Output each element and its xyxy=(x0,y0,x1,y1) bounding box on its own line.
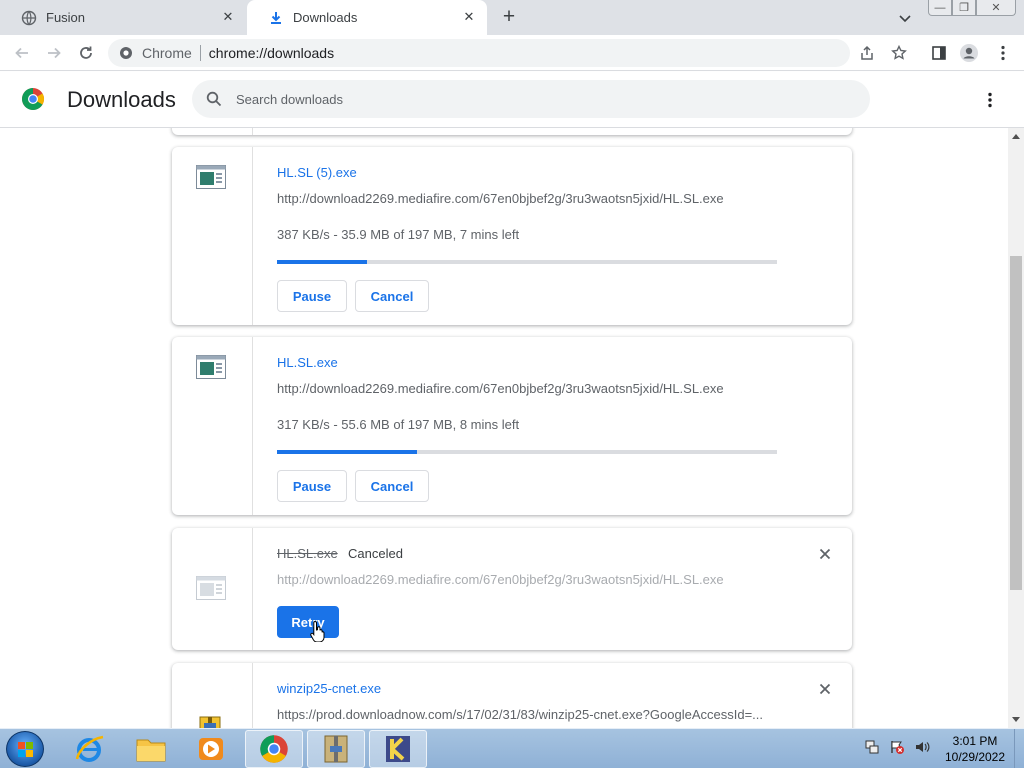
progress-fill xyxy=(277,260,367,264)
close-icon[interactable]: ✕ xyxy=(220,9,236,25)
bookmark-star-icon[interactable] xyxy=(888,42,910,64)
url-text: chrome://downloads xyxy=(208,45,335,61)
file-name-link[interactable]: HL.SL (5).exe xyxy=(277,165,357,180)
cancel-button[interactable]: Cancel xyxy=(355,280,429,312)
address-bar[interactable]: Chrome chrome://downloads xyxy=(108,39,850,67)
scroll-up-arrow-icon[interactable] xyxy=(1012,134,1020,139)
chrome-taskbar-icon[interactable] xyxy=(245,730,303,768)
reload-button[interactable] xyxy=(74,41,98,65)
remove-from-list-icon[interactable] xyxy=(818,547,832,561)
maximize-button[interactable]: ❐ xyxy=(952,0,976,16)
search-icon xyxy=(205,90,223,108)
icon-column xyxy=(172,147,253,325)
minimize-button[interactable]: — xyxy=(928,0,952,16)
cancel-button[interactable]: Cancel xyxy=(355,470,429,502)
share-icon[interactable] xyxy=(856,42,878,64)
browser-toolbar: Chrome chrome://downloads xyxy=(0,35,1024,71)
downloads-list: HL.SL (5).exe http://download2269.mediaf… xyxy=(0,128,1008,728)
progress-bar xyxy=(277,450,777,454)
action-center-flag-icon[interactable] xyxy=(889,739,905,755)
download-card-canceled: HL.SL.exe Canceled http://download2269.m… xyxy=(172,528,852,650)
hand-cursor-icon xyxy=(310,620,326,643)
clock-time: 3:01 PM xyxy=(952,734,998,748)
tab-fusion[interactable]: Fusion ✕ xyxy=(0,0,246,35)
close-icon[interactable]: ✕ xyxy=(461,9,477,25)
status-canceled-label: Canceled xyxy=(348,546,403,561)
k-app-icon[interactable] xyxy=(369,730,427,768)
start-button[interactable] xyxy=(6,731,44,767)
browser-menu-icon[interactable] xyxy=(992,42,1014,64)
tab-title: Fusion xyxy=(46,10,86,25)
file-url[interactable]: http://download2269.mediafire.com/67en0b… xyxy=(277,191,724,206)
exe-file-icon xyxy=(196,576,226,600)
icon-column xyxy=(172,128,253,135)
globe-icon xyxy=(21,10,37,26)
winzip-file-icon xyxy=(196,715,226,728)
download-card: HL.SL.exe http://download2269.mediafire.… xyxy=(172,337,852,515)
site-label: Chrome xyxy=(142,45,192,61)
icon-column xyxy=(172,663,253,728)
volume-icon[interactable] xyxy=(914,739,930,755)
back-button[interactable] xyxy=(10,41,34,65)
window-controls: — ❐ ✕ xyxy=(928,0,1016,16)
scrollbar-thumb[interactable] xyxy=(1010,256,1022,590)
omnibox-separator xyxy=(199,45,201,61)
more-actions-icon[interactable] xyxy=(980,88,1000,112)
file-name-link[interactable]: winzip25-cnet.exe xyxy=(277,681,381,696)
search-input[interactable] xyxy=(236,91,836,107)
vertical-scrollbar[interactable] xyxy=(1008,128,1024,728)
chrome-site-icon xyxy=(118,45,134,61)
file-name: HL.SL.exe xyxy=(277,546,338,561)
download-icon xyxy=(268,10,284,26)
windows-taskbar: 3:01 PM 10/29/2022 xyxy=(0,728,1024,768)
tab-title: Downloads xyxy=(293,10,358,25)
progress-bar xyxy=(277,260,777,264)
file-url[interactable]: https://prod.downloadnow.com/s/17/02/31/… xyxy=(277,707,777,722)
file-explorer-icon[interactable] xyxy=(122,730,180,768)
media-player-icon[interactable] xyxy=(182,730,240,768)
page-title: Downloads xyxy=(67,87,176,112)
scroll-down-arrow-icon[interactable] xyxy=(1012,717,1020,722)
clock-date: 10/29/2022 xyxy=(944,750,1006,764)
internet-explorer-icon[interactable] xyxy=(60,730,118,768)
new-tab-button[interactable]: + xyxy=(498,5,520,28)
pause-button[interactable]: Pause xyxy=(277,470,347,502)
forward-button[interactable] xyxy=(42,41,66,65)
exe-file-icon xyxy=(196,165,226,189)
file-url[interactable]: http://download2269.mediafire.com/67en0b… xyxy=(277,381,724,396)
file-name-link[interactable]: HL.SL.exe xyxy=(277,355,338,370)
icon-column xyxy=(172,337,253,515)
close-window-button[interactable]: ✕ xyxy=(976,0,1016,16)
download-card: winzip25-cnet.exe https://prod.downloadn… xyxy=(172,663,852,728)
chrome-logo-icon xyxy=(21,87,45,111)
pause-button[interactable]: Pause xyxy=(277,280,347,312)
remove-from-list-icon[interactable] xyxy=(818,682,832,696)
network-icon[interactable] xyxy=(864,739,880,755)
retry-button[interactable]: Retry xyxy=(277,606,339,638)
taskbar-clock[interactable]: 3:01 PM 10/29/2022 xyxy=(940,733,1010,765)
progress-text: 317 KB/s - 55.6 MB of 197 MB, 8 mins lef… xyxy=(277,417,520,432)
show-desktop-button[interactable] xyxy=(1014,729,1024,768)
archive-tool-icon[interactable] xyxy=(307,730,365,768)
exe-file-icon xyxy=(196,355,226,379)
profile-avatar-icon[interactable] xyxy=(958,42,980,64)
download-card: HL.SL (5).exe http://download2269.mediaf… xyxy=(172,147,852,325)
search-downloads-box[interactable] xyxy=(192,80,870,118)
icon-column xyxy=(172,528,253,650)
side-panel-icon[interactable] xyxy=(928,42,950,64)
tab-downloads[interactable]: Downloads ✕ xyxy=(247,0,487,35)
system-tray xyxy=(864,739,930,755)
chevron-down-icon[interactable] xyxy=(896,9,914,27)
progress-fill xyxy=(277,450,417,454)
file-url[interactable]: http://download2269.mediafire.com/67en0b… xyxy=(277,572,724,587)
tab-strip: Fusion ✕ Downloads ✕ + — ❐ ✕ xyxy=(0,0,1024,35)
download-card-partial xyxy=(172,128,852,135)
progress-text: 387 KB/s - 35.9 MB of 197 MB, 7 mins lef… xyxy=(277,227,520,242)
downloads-header: Downloads xyxy=(0,72,1024,128)
